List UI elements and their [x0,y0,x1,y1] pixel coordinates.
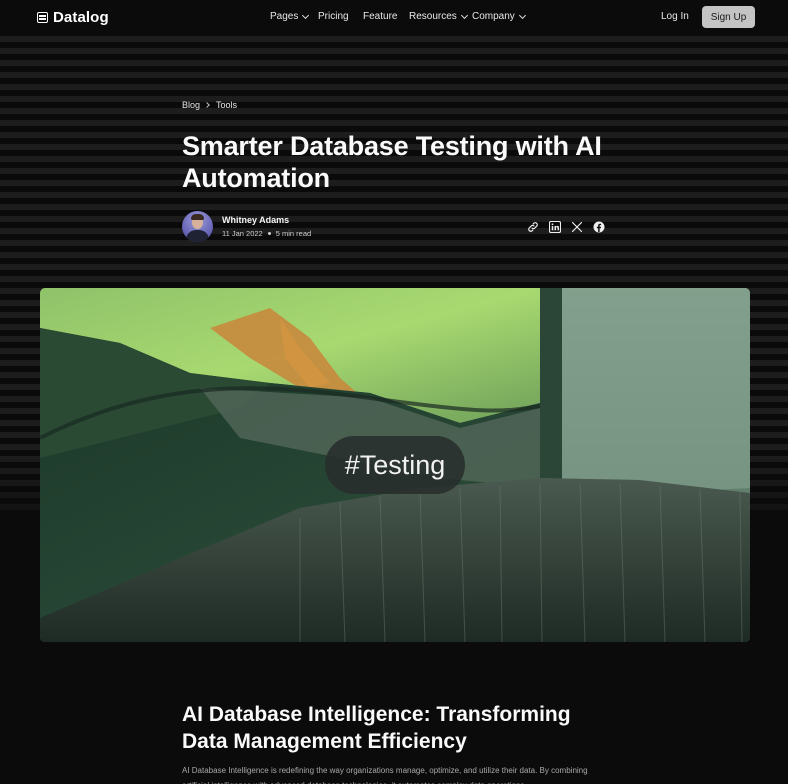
post-meta: 11 Jan 2022 5 min read [222,229,311,238]
breadcrumb-tools[interactable]: Tools [216,100,237,110]
nav-item-pages[interactable]: Pages [270,11,310,22]
top-navbar: Datalog Pages Pricing Feature Resources … [0,0,788,36]
breadcrumb: Blog Tools [182,100,237,110]
nav-item-company[interactable]: Company [472,11,526,22]
author-info: Whitney Adams 11 Jan 2022 5 min read [222,215,311,238]
nav-item-label: Pricing [318,11,349,22]
share-icons [527,221,605,233]
article-intro: AI Database Intelligence is redefining t… [182,766,588,784]
nav-item-label: Feature [363,11,398,22]
post-date: 11 Jan 2022 [222,229,263,238]
read-time: 5 min read [275,229,312,238]
author-name: Whitney Adams [222,215,290,225]
nav-item-label: Resources [409,11,457,22]
nav-item-pricing[interactable]: Pricing [318,11,349,22]
link-icon[interactable] [527,221,539,233]
nav-item-label: Pages [270,11,299,22]
logo[interactable]: Datalog [37,9,109,26]
logo-icon [37,12,48,23]
breadcrumb-blog[interactable]: Blog [182,100,200,110]
x-icon[interactable] [571,221,583,233]
signup-button[interactable]: Sign Up [702,6,755,28]
hero-tag: #Testing [325,436,465,494]
author-block: Whitney Adams 11 Jan 2022 5 min read [182,211,311,242]
article-heading: AI Database Intelligence: Transforming D… [182,703,571,753]
chevron-right-icon [204,102,210,108]
nav-item-feature[interactable]: Feature [363,11,397,22]
chevron-down-icon [460,11,468,19]
logo-text: Datalog [53,9,109,26]
login-link[interactable]: Log In [661,11,689,22]
avatar [182,211,213,242]
chevron-down-icon [302,11,310,19]
nav-item-label: Company [472,11,515,22]
facebook-icon[interactable] [593,221,605,233]
chevron-down-icon [518,11,526,19]
separator-dot [267,232,271,235]
linkedin-icon[interactable] [549,221,561,233]
nav-item-resources[interactable]: Resources [409,11,468,22]
post-title: Smarter Database Testing with AI Automat… [182,131,602,193]
